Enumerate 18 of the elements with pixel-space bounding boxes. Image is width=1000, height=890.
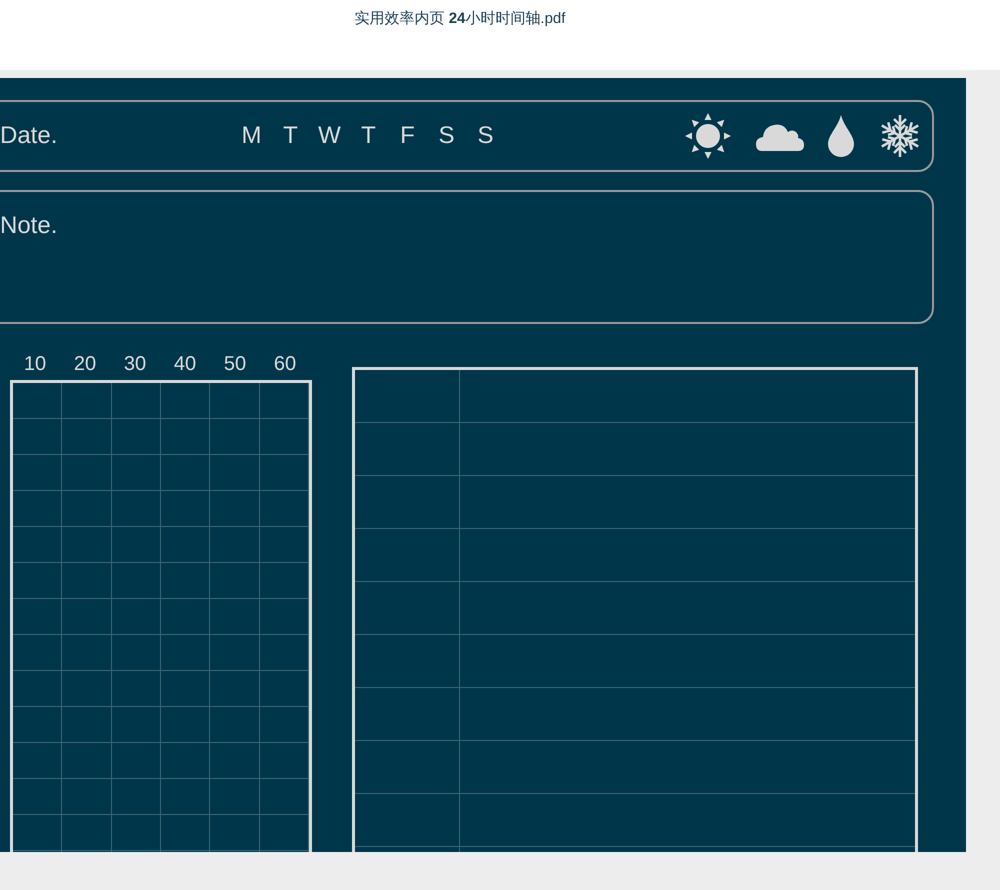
weekday-label: S (437, 121, 456, 151)
minute-label: 10 (22, 352, 48, 377)
weekday-label: W (318, 121, 341, 151)
minute-label: 40 (172, 352, 198, 377)
minute-label: 20 (72, 352, 98, 377)
weekday-label: T (360, 121, 377, 151)
document-title: 实用效率内页 24小时时间轴.pdf (354, 9, 566, 29)
weekday-label: S (476, 121, 494, 151)
date-label: Date. (0, 121, 58, 151)
weekday-label: T (282, 121, 299, 151)
minute-label: 50 (222, 352, 248, 377)
sun-icon (684, 112, 732, 160)
minute-label: 30 (122, 352, 148, 377)
minute-label: 60 (272, 352, 298, 377)
weekday-label: F (399, 121, 416, 151)
water-drop-icon (828, 115, 854, 157)
note-label: Note. (0, 212, 58, 239)
weekday-label: M (240, 121, 262, 151)
